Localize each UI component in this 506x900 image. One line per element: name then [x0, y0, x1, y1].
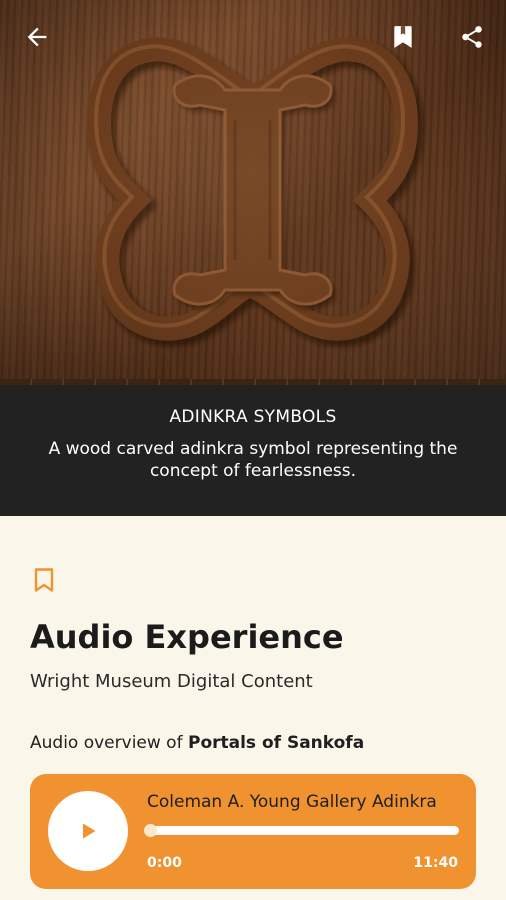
bookmark-button[interactable]	[32, 567, 56, 593]
caption-title: ADINKRA SYMBOLS	[169, 407, 337, 427]
share-button[interactable]	[455, 20, 489, 54]
total-time: 11:40	[413, 855, 458, 871]
bookmark-outline-icon	[34, 568, 54, 592]
arrow-left-icon	[27, 27, 47, 47]
audio-overview-text: Audio overview of Portals of Sankofa	[30, 733, 364, 753]
audio-progress-bar[interactable]	[144, 824, 459, 837]
page-title: Audio Experience	[30, 618, 344, 656]
play-button[interactable]	[48, 791, 128, 871]
hero-bookmark-button[interactable]	[386, 20, 420, 54]
image-caption: ADINKRA SYMBOLS A wood carved adinkra sy…	[0, 385, 506, 516]
hero-image	[0, 0, 506, 385]
back-button[interactable]	[20, 20, 54, 54]
progress-thumb[interactable]	[144, 824, 157, 837]
content-section: Audio Experience Wright Museum Digital C…	[0, 516, 506, 900]
page-subtitle: Wright Museum Digital Content	[30, 671, 313, 692]
track-title: Coleman A. Young Gallery Adinkra	[147, 792, 437, 812]
audio-player: Coleman A. Young Gallery Adinkra 0:00 11…	[30, 774, 476, 889]
hero-vignette	[0, 0, 506, 385]
caption-description: A wood carved adinkra symbol representin…	[48, 439, 458, 481]
share-icon	[462, 26, 482, 48]
overview-prefix: Audio overview of	[30, 733, 188, 753]
bookmark-filled-icon	[394, 26, 412, 48]
current-time: 0:00	[147, 855, 182, 871]
play-icon	[83, 823, 96, 839]
overview-subject: Portals of Sankofa	[187, 733, 365, 753]
